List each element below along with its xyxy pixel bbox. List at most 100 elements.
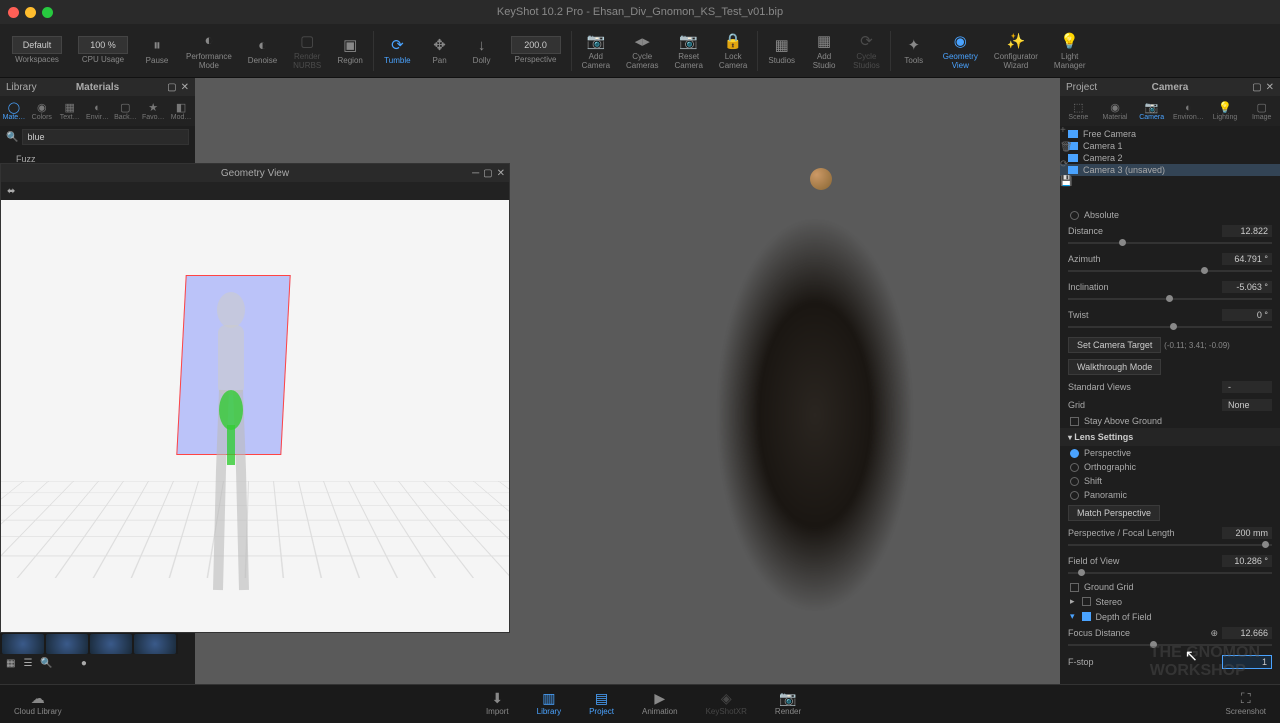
tab-favorites[interactable]: ★Favo… — [139, 96, 167, 126]
light-manager-button[interactable]: 💡Light Manager — [1046, 26, 1094, 76]
library-button[interactable]: ▥Library — [523, 688, 575, 718]
size-slider[interactable]: ● — [81, 658, 87, 669]
add-camera-button[interactable]: 📷Add Camera — [574, 26, 618, 76]
render-nurbs-button[interactable]: ▢Render NURBS — [285, 26, 329, 76]
tab-scene[interactable]: ⬚Scene — [1060, 96, 1097, 126]
maximize-icon[interactable] — [42, 7, 53, 18]
camera-item-2[interactable]: Camera 2 — [1060, 152, 1280, 164]
fov-slider[interactable] — [1068, 572, 1272, 574]
walkthrough-button[interactable]: Walkthrough Mode — [1068, 359, 1161, 375]
dof-check[interactable]: ▾Depth of Field — [1060, 609, 1280, 624]
minimize-icon[interactable]: ─ — [472, 168, 479, 179]
performance-button[interactable]: ◐Performance Mode — [178, 26, 240, 76]
distance-slider[interactable] — [1068, 242, 1272, 244]
close-icon[interactable]: ✕ — [497, 168, 505, 179]
cloud-library-button[interactable]: ☁Cloud Library — [0, 688, 76, 718]
close-icon[interactable] — [8, 7, 19, 18]
focus-dist-value[interactable]: 12.666 — [1222, 627, 1272, 639]
cycle-cameras-button[interactable]: ◂▸Cycle Cameras — [618, 26, 666, 76]
add-icon[interactable]: + — [1060, 125, 1074, 136]
cycle-studios-button[interactable]: ⟳Cycle Studios — [845, 26, 888, 76]
move-tool-icon[interactable]: ⬌ — [7, 186, 15, 197]
focal-input[interactable] — [511, 36, 561, 54]
azimuth-slider[interactable] — [1068, 270, 1272, 272]
tab-environment[interactable]: ◐Environ… — [1170, 96, 1207, 126]
search-input[interactable] — [22, 129, 189, 145]
refresh-icon[interactable]: ⟳ — [1060, 159, 1074, 170]
lock-camera-button[interactable]: 🔒Lock Camera — [711, 26, 755, 76]
stay-above-check[interactable]: Stay Above Ground — [1060, 414, 1280, 428]
twist-value[interactable]: 0 ° — [1222, 309, 1272, 321]
render-button[interactable]: 📷Render — [761, 688, 815, 718]
pause-button[interactable]: ⏸Pause — [136, 26, 178, 76]
animation-button[interactable]: ▶Animation — [628, 688, 692, 718]
tab-colors[interactable]: ◉Colors — [28, 96, 56, 126]
camera-item-free[interactable]: Free Camera — [1060, 128, 1280, 140]
close-icon[interactable]: ✕ — [1266, 82, 1274, 93]
twist-slider[interactable] — [1068, 326, 1272, 328]
list-view-icon[interactable]: ☰ — [23, 658, 32, 669]
import-button[interactable]: ⬇Import — [472, 688, 523, 718]
keyshotxr-button[interactable]: ◈KeyShotXR — [692, 688, 761, 718]
popout-icon[interactable]: ▢ — [1252, 82, 1261, 93]
geometry-titlebar[interactable]: Geometry View ─▢✕ — [1, 164, 509, 182]
distance-value[interactable]: 12.822 — [1222, 225, 1272, 237]
cpu-usage-button[interactable]: CPU Usage — [70, 26, 136, 76]
focal-value[interactable]: 200 mm — [1222, 527, 1272, 539]
inclination-value[interactable]: -5.063 ° — [1222, 281, 1272, 293]
minimize-icon[interactable] — [25, 7, 36, 18]
studios-button[interactable]: ▦Studios — [760, 26, 803, 76]
stereo-check[interactable]: ▸Stereo — [1060, 594, 1280, 609]
configurator-button[interactable]: ✨Configurator Wizard — [986, 26, 1046, 76]
std-views-select[interactable]: - — [1222, 381, 1272, 393]
perspective-radio[interactable]: Perspective — [1060, 446, 1280, 460]
grid-view-icon[interactable]: ▦ — [6, 658, 15, 669]
tab-backplates[interactable]: ▢Back… — [111, 96, 139, 126]
camera-item-3[interactable]: Camera 3 (unsaved) — [1060, 164, 1280, 176]
screenshot-button[interactable]: ⛶Screenshot — [1212, 688, 1280, 718]
workspace-select[interactable] — [12, 36, 62, 54]
set-camera-target-button[interactable]: Set Camera Target — [1068, 337, 1161, 353]
close-icon[interactable]: ✕ — [181, 82, 189, 93]
tab-image[interactable]: ▢Image — [1243, 96, 1280, 126]
tab-material[interactable]: ◉Material — [1097, 96, 1134, 126]
shift-radio[interactable]: Shift — [1060, 474, 1280, 488]
tumble-button[interactable]: ⟳Tumble — [376, 26, 418, 76]
orthographic-radio[interactable]: Orthographic — [1060, 460, 1280, 474]
tools-button[interactable]: ✦Tools — [893, 26, 935, 76]
tab-camera[interactable]: 📷Camera — [1133, 96, 1170, 126]
absolute-radio[interactable]: Absolute — [1060, 208, 1280, 222]
tab-textures[interactable]: ▦Text… — [56, 96, 84, 126]
render-status-orb[interactable] — [810, 168, 832, 190]
fov-value[interactable]: 10.286 ° — [1222, 555, 1272, 567]
trash-icon[interactable]: 🗑 — [1060, 142, 1074, 153]
maximize-icon[interactable]: ▢ — [483, 168, 492, 179]
reset-camera-button[interactable]: 📷Reset Camera — [666, 26, 710, 76]
camera-item-1[interactable]: Camera 1 — [1060, 140, 1280, 152]
add-studio-button[interactable]: ▦Add Studio — [803, 26, 845, 76]
material-thumb[interactable] — [2, 634, 44, 654]
tab-models[interactable]: ◧Mod… — [167, 96, 195, 126]
grid-select[interactable]: None — [1222, 399, 1272, 411]
pan-button[interactable]: ✥Pan — [419, 26, 461, 76]
lens-settings-header[interactable]: Lens Settings — [1060, 428, 1280, 446]
dolly-button[interactable]: ↓Dolly — [461, 26, 503, 76]
material-thumb[interactable] — [90, 634, 132, 654]
geometry-canvas[interactable] — [1, 200, 509, 632]
ground-grid-check[interactable]: Ground Grid — [1060, 580, 1280, 594]
workspaces-button[interactable]: Workspaces — [4, 26, 70, 76]
material-thumb[interactable] — [134, 634, 176, 654]
material-thumb[interactable] — [46, 634, 88, 654]
panoramic-radio[interactable]: Panoramic — [1060, 488, 1280, 502]
tab-materials[interactable]: ◯Mate… — [0, 96, 28, 126]
search-icon[interactable]: 🔍 — [40, 658, 52, 669]
cpu-input[interactable] — [78, 36, 128, 54]
inclination-slider[interactable] — [1068, 298, 1272, 300]
popout-icon[interactable]: ▢ — [167, 82, 176, 93]
perspective-button[interactable]: Perspective — [503, 26, 569, 76]
region-button[interactable]: ▣Region — [329, 26, 371, 76]
denoise-button[interactable]: ◐Denoise — [240, 26, 285, 76]
project-button[interactable]: ▤Project — [575, 688, 628, 718]
tab-lighting[interactable]: 💡Lighting — [1207, 96, 1244, 126]
azimuth-value[interactable]: 64.791 ° — [1222, 253, 1272, 265]
